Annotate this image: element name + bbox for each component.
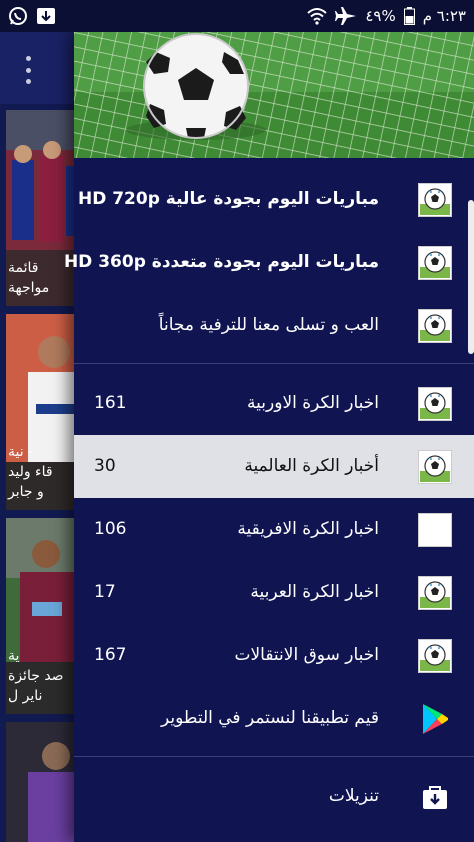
menu-item-downloads[interactable]: تنزيلات	[74, 765, 474, 828]
menu-item-matches-360p[interactable]: مباريات اليوم بجودة متعددة HD 360p	[64, 231, 474, 294]
status-right: ٤٩% ٦:٢٣ م	[307, 6, 466, 26]
menu-item-label: العب و تسلى معنا للترفية مجاناً	[158, 315, 379, 335]
blank-icon	[418, 513, 452, 547]
ball-icon	[418, 183, 452, 217]
status-bar: ٤٩% ٦:٢٣ م	[0, 0, 474, 32]
menu-item-rate-app[interactable]: قيم تطبيقنا لنستمر في التطوير	[74, 687, 474, 750]
menu-item-label: اخبار الكرة الاوربية	[247, 393, 379, 413]
menu-divider	[74, 756, 474, 757]
status-left	[8, 6, 56, 26]
menu-item-label: اخبار الكرة العربية	[250, 582, 379, 602]
menu-item-count: 106	[94, 519, 127, 539]
menu-item-label: اخبار سوق الانتقالات	[234, 645, 379, 665]
ball-icon	[418, 387, 452, 421]
play-store-icon	[418, 702, 452, 736]
menu-item-african-news[interactable]: اخبار الكرة الافريقية 106	[74, 498, 474, 561]
menu-item-label: قيم تطبيقنا لنستمر في التطوير	[160, 708, 379, 728]
ball-icon	[418, 309, 452, 343]
menu-item-count: 167	[94, 645, 127, 665]
soccer-ball-net-image	[74, 32, 474, 158]
menu-item-label: مباريات اليوم بجودة متعددة HD 360p	[63, 252, 379, 272]
airplane-icon	[335, 6, 357, 26]
menu-item-label: تنزيلات	[328, 786, 379, 806]
wifi-icon	[307, 7, 327, 25]
whatsapp-icon	[8, 6, 28, 26]
menu-item-label: اخبار الكرة الافريقية	[237, 519, 379, 539]
battery-icon	[403, 7, 415, 25]
ball-icon	[418, 576, 452, 610]
menu-item-arab-news[interactable]: اخبار الكرة العربية 17	[74, 561, 474, 624]
menu-item-count: 17	[94, 582, 116, 602]
navigation-drawer: مباريات اليوم بجودة عالية HD 720p مباريا…	[64, 32, 474, 842]
menu-item-matches-720p[interactable]: مباريات اليوم بجودة عالية HD 720p	[74, 168, 474, 231]
download-bag-icon	[418, 780, 452, 814]
battery-percent: ٤٩%	[365, 7, 396, 25]
menu-item-european-news[interactable]: اخبار الكرة الاوربية 161	[74, 372, 474, 435]
menu-item-count: 30	[94, 456, 116, 476]
menu-item-play-games[interactable]: العب و تسلى معنا للترفية مجاناً	[74, 294, 474, 357]
drawer-menu: مباريات اليوم بجودة عالية HD 720p مباريا…	[64, 158, 474, 828]
menu-item-label: مباريات اليوم بجودة عالية HD 720p	[77, 189, 379, 209]
ball-icon	[418, 246, 452, 280]
menu-item-count: 161	[94, 393, 127, 413]
menu-item-transfer-news[interactable]: اخبار سوق الانتقالات 167	[74, 624, 474, 687]
drawer-scrollbar[interactable]	[468, 200, 474, 354]
menu-item-world-news[interactable]: أخبار الكرة العالمية 30	[74, 435, 474, 498]
drawer-header-image	[74, 32, 474, 158]
ball-icon	[418, 450, 452, 484]
menu-divider	[74, 363, 474, 364]
overflow-menu-icon[interactable]	[22, 56, 34, 84]
status-time: ٦:٢٣ م	[422, 7, 466, 25]
screen: ٤٩% ٦:٢٣ م قائمة مواجهة نية - قاء وليد و…	[0, 0, 474, 842]
download-icon	[36, 7, 56, 25]
menu-item-label: أخبار الكرة العالمية	[244, 456, 379, 476]
ball-icon	[418, 639, 452, 673]
